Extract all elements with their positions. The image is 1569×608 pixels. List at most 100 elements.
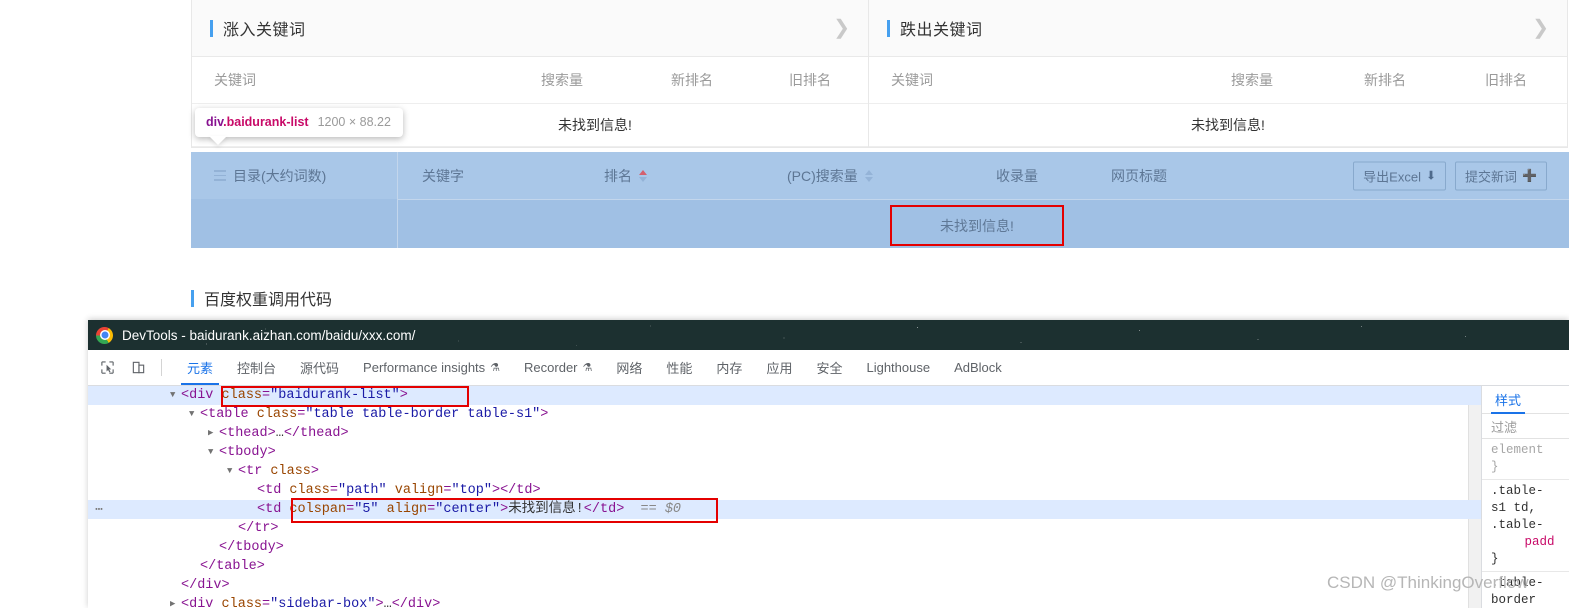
tab-lighthouse[interactable]: Lighthouse — [854, 350, 942, 385]
dom-token-tag: > — [399, 388, 408, 403]
dom-token-val: "5" — [354, 502, 387, 517]
tab-console[interactable]: 控制台 — [225, 350, 288, 385]
dom-tree-line[interactable]: </tbody> — [88, 538, 1481, 557]
tooltip-tag-name: div — [206, 115, 224, 129]
dom-token-val: "sidebar-box" — [270, 597, 376, 608]
style-rule-property: padd — [1502, 535, 1555, 549]
card-title: 跌出关键词 — [900, 22, 983, 39]
tab-label: Recorder — [524, 360, 578, 375]
tab-styles[interactable]: 样式 — [1491, 386, 1526, 414]
styles-filter-input[interactable]: 过滤 — [1482, 414, 1569, 439]
tab-performance[interactable]: 性能 — [654, 350, 704, 385]
dom-tree-line[interactable]: ▶ <thead>… </thead> — [88, 424, 1481, 443]
dom-token-attr: class — [256, 407, 298, 422]
tab-memory[interactable]: 内存 — [704, 350, 754, 385]
export-excel-label: 导出Excel — [1363, 169, 1421, 184]
chevron-right-icon[interactable]: ❯ — [833, 18, 850, 38]
th-indexed-count[interactable]: 收录量 — [968, 166, 1100, 186]
dom-twisty-icon[interactable]: ▼ — [227, 462, 238, 481]
dom-tree-line[interactable]: ▼ <tr class > — [88, 462, 1481, 481]
style-rule-element[interactable]: element } — [1482, 439, 1569, 480]
tab-adblock[interactable]: AdBlock — [942, 350, 1014, 385]
empty-message-annotation: 未找到信息! — [890, 205, 1064, 246]
dom-token-tag: <thead> — [219, 426, 276, 441]
dom-twisty-icon[interactable]: ▶ — [170, 595, 181, 608]
dom-token-tag: ></td> — [491, 483, 541, 498]
screenshot-root: 涨入关键词 ❯ 关键词 搜索量 新排名 旧排名 未找到信息! 跌出关键词 ❯ 关… — [0, 0, 1569, 608]
th-rank[interactable]: 排名 — [582, 166, 768, 186]
tab-security[interactable]: 安全 — [804, 350, 854, 385]
inspect-element-icon[interactable] — [94, 355, 120, 381]
style-rule-selector: .table- s1 td, .table- — [1491, 484, 1544, 532]
dom-twisty-icon[interactable]: ▼ — [208, 443, 219, 462]
tab-label: 安全 — [816, 361, 843, 376]
dom-token-tag: </tr> — [238, 521, 279, 536]
dom-token-val: "table table-border table-s1" — [305, 407, 541, 422]
tab-application[interactable]: 应用 — [754, 350, 804, 385]
submit-new-keyword-button[interactable]: 提交新词 ➕ — [1455, 161, 1547, 190]
dom-tree-line[interactable]: </div> — [88, 576, 1481, 595]
sort-arrows-icon[interactable] — [864, 169, 873, 182]
dom-tree-line[interactable]: </table> — [88, 557, 1481, 576]
th-directory[interactable]: 目录(大约词数) — [191, 166, 397, 186]
th-page-title[interactable]: 网页标题 — [1100, 166, 1270, 186]
dom-tree-line[interactable]: ⋯ <td colspan = "5" align = "center" > 未找到信息! </… — [88, 500, 1481, 519]
tab-label: Performance insights — [363, 360, 486, 375]
dom-token-attr: align — [386, 502, 428, 517]
tab-label: 网络 — [616, 361, 643, 376]
tab-label: 应用 — [766, 361, 793, 376]
dom-tree-line[interactable]: ▼ <table class = "table table-border table-… — [88, 405, 1481, 424]
tab-performance-insights[interactable]: Performance insights ⚗ — [351, 350, 512, 385]
device-toolbar-icon[interactable] — [125, 355, 151, 381]
dom-tree-line[interactable]: ▼ <tbody> — [88, 443, 1481, 462]
dom-line-gutter: ⋯ — [95, 502, 103, 517]
dom-token-tag: = — [262, 388, 271, 403]
tab-label: 控制台 — [237, 361, 277, 376]
th-keyword[interactable]: 关键字 — [397, 166, 582, 186]
th-rank-label: 排名 — [604, 167, 632, 184]
dom-tree-line[interactable]: ▼ <div class = "baidurank-list" > — [88, 386, 1481, 405]
dom-token-tag: = — [329, 483, 339, 498]
tab-recorder[interactable]: Recorder ⚗ — [512, 350, 604, 385]
dom-tree-line[interactable]: </tr> — [88, 519, 1481, 538]
style-rule-table-s1[interactable]: .table- s1 td, .table- padd} — [1482, 480, 1569, 572]
export-excel-button[interactable]: 导出Excel ⬇ — [1353, 161, 1447, 190]
dom-token-tag: = — [297, 407, 306, 422]
column-header-search-volume: 搜索量 — [541, 72, 583, 88]
devtools-window-title: DevTools - baidurank.aizhan.com/baidu/xx… — [122, 327, 416, 343]
dom-twisty-icon[interactable]: ▼ — [189, 405, 200, 424]
dom-tree-panel[interactable]: ▼ <div class = "baidurank-list" > ▼ <table cla… — [88, 386, 1481, 608]
dom-twisty-icon[interactable]: ▼ — [170, 386, 181, 405]
devtools-window: DevTools - baidurank.aizhan.com/baidu/xx… — [88, 320, 1569, 608]
tab-network[interactable]: 网络 — [604, 350, 654, 385]
dom-token-tag: </tbody> — [219, 540, 284, 555]
tab-sources[interactable]: 源代码 — [288, 350, 351, 385]
sort-arrows-icon[interactable] — [639, 169, 647, 182]
dom-token-val: "baidurank-list" — [270, 388, 400, 403]
dom-token-val: "center" — [435, 502, 501, 517]
download-icon: ⬇ — [1425, 168, 1437, 183]
dom-twisty-icon[interactable]: ▶ — [208, 424, 219, 443]
toolbar-separator — [161, 359, 162, 376]
chrome-logo-icon — [96, 326, 113, 344]
card-column-headers: 关键词 搜索量 新排名 旧排名 — [869, 57, 1567, 104]
dom-token-attr: class — [289, 483, 330, 498]
tab-elements[interactable]: 元素 — [175, 350, 225, 385]
device-toolbar-glyph — [132, 361, 144, 374]
accent-bar-icon — [887, 19, 890, 37]
column-header-keyword: 关键词 — [891, 72, 933, 88]
card-dropping-keywords: 跌出关键词 ❯ 关键词 搜索量 新排名 旧排名 未找到信息! — [868, 0, 1568, 148]
dom-tree-line[interactable]: ▶ <div class = "sidebar-box" >… </div> — [88, 595, 1481, 608]
dom-token-txt: 未找到信息! — [508, 502, 584, 517]
dom-token-tag: <tbody> — [219, 445, 276, 460]
dom-token-tag: <tr — [238, 464, 271, 479]
devtools-titlebar[interactable]: DevTools - baidurank.aizhan.com/baidu/xx… — [88, 320, 1569, 350]
th-pc-search-volume[interactable]: (PC)搜索量 — [768, 166, 968, 186]
chevron-right-icon[interactable]: ❯ — [1532, 18, 1549, 38]
tab-label: 元素 — [187, 361, 214, 376]
tooltip-class-name: .baidurank-list — [223, 115, 309, 129]
tab-label: 内存 — [716, 361, 743, 376]
dom-token-val: "top" — [451, 483, 492, 498]
dom-tree-line[interactable]: <td class = "path" valign = "top" ></td> — [88, 481, 1481, 500]
style-rule-close: } — [1491, 552, 1499, 566]
